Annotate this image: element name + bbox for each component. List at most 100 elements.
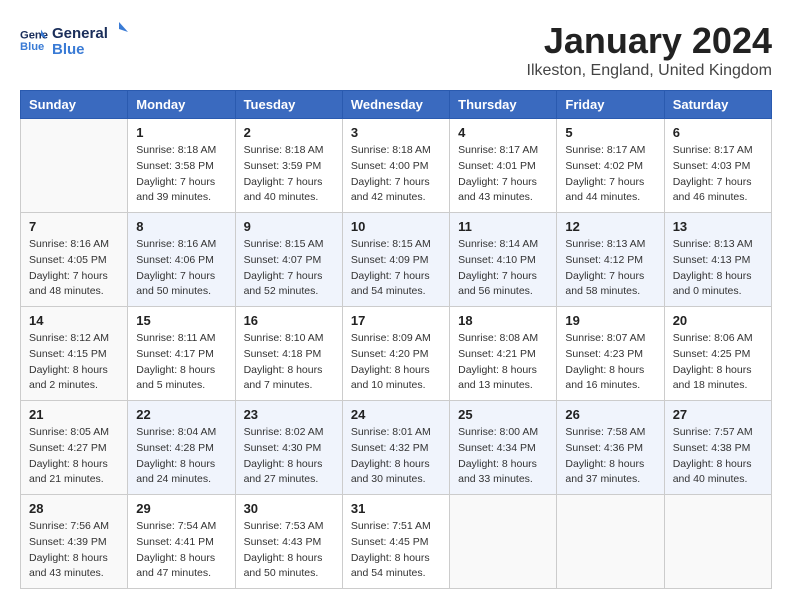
- day-cell: 29 Sunrise: 7:54 AMSunset: 4:41 PMDayligh…: [128, 495, 235, 589]
- day-info: Sunrise: 8:06 AMSunset: 4:25 PMDaylight:…: [673, 331, 763, 394]
- day-cell: 12Sunrise: 8:13 AMSunset: 4:12 PMDayligh…: [557, 213, 664, 307]
- day-number: 8: [136, 219, 226, 234]
- day-cell: 5Sunrise: 8:17 AMSunset: 4:02 PMDaylight…: [557, 119, 664, 213]
- day-number: 1: [136, 125, 226, 140]
- day-cell: 8 Sunrise: 8:16 AMSunset: 4:06 PMDaylight…: [128, 213, 235, 307]
- day-number: 26: [565, 407, 655, 422]
- day-cell: 7 Sunrise: 8:16 AMSunset: 4:05 PMDaylight…: [21, 213, 128, 307]
- day-header-saturday: Saturday: [664, 91, 771, 119]
- day-number: 21: [29, 407, 119, 422]
- day-number: 4: [458, 125, 548, 140]
- day-number: 17: [351, 313, 441, 328]
- week-row-2: 7 Sunrise: 8:16 AMSunset: 4:05 PMDaylight…: [21, 213, 772, 307]
- day-cell: 10 Sunrise: 8:15 AMSunset: 4:09 PMDayligh…: [342, 213, 449, 307]
- calendar-header-row: SundayMondayTuesdayWednesdayThursdayFrid…: [21, 91, 772, 119]
- day-info: Sunrise: 8:17 AMSunset: 4:02 PMDaylight:…: [565, 143, 655, 206]
- week-row-3: 14Sunrise: 8:12 AMSunset: 4:15 PMDayligh…: [21, 307, 772, 401]
- day-number: 10: [351, 219, 441, 234]
- day-info: Sunrise: 7:53 AMSunset: 4:43 PMDaylight:…: [244, 519, 334, 582]
- day-info: Sunrise: 8:17 AMSunset: 4:01 PMDaylight:…: [458, 143, 548, 206]
- day-info: Sunrise: 8:08 AMSunset: 4:21 PMDaylight:…: [458, 331, 548, 394]
- day-info: Sunrise: 8:02 AMSunset: 4:30 PMDaylight:…: [244, 425, 334, 488]
- svg-text:Blue: Blue: [52, 41, 85, 58]
- day-info: Sunrise: 8:04 AMSunset: 4:28 PMDaylight:…: [136, 425, 226, 488]
- day-cell: 22 Sunrise: 8:04 AMSunset: 4:28 PMDayligh…: [128, 401, 235, 495]
- day-number: 3: [351, 125, 441, 140]
- day-info: Sunrise: 8:14 AMSunset: 4:10 PMDaylight:…: [458, 237, 548, 300]
- day-cell: [21, 119, 128, 213]
- day-info: Sunrise: 8:16 AMSunset: 4:06 PMDaylight:…: [136, 237, 226, 300]
- day-cell: 15 Sunrise: 8:11 AMSunset: 4:17 PMDayligh…: [128, 307, 235, 401]
- day-cell: 21 Sunrise: 8:05 AMSunset: 4:27 PMDayligh…: [21, 401, 128, 495]
- day-cell: [450, 495, 557, 589]
- day-cell: 9 Sunrise: 8:15 AMSunset: 4:07 PMDaylight…: [235, 213, 342, 307]
- calendar-body: 1 Sunrise: 8:18 AMSunset: 3:58 PMDaylight…: [21, 119, 772, 589]
- day-number: 15: [136, 313, 226, 328]
- day-cell: 23 Sunrise: 8:02 AMSunset: 4:30 PMDayligh…: [235, 401, 342, 495]
- day-number: 30: [244, 501, 334, 516]
- day-info: Sunrise: 8:15 AMSunset: 4:07 PMDaylight:…: [244, 237, 334, 300]
- day-cell: 13Sunrise: 8:13 AMSunset: 4:13 PMDayligh…: [664, 213, 771, 307]
- day-header-wednesday: Wednesday: [342, 91, 449, 119]
- day-cell: 20 Sunrise: 8:06 AMSunset: 4:25 PMDayligh…: [664, 307, 771, 401]
- day-info: Sunrise: 7:57 AMSunset: 4:38 PMDaylight:…: [673, 425, 763, 488]
- day-number: 6: [673, 125, 763, 140]
- day-number: 27: [673, 407, 763, 422]
- day-cell: 30 Sunrise: 7:53 AMSunset: 4:43 PMDayligh…: [235, 495, 342, 589]
- day-info: Sunrise: 8:15 AMSunset: 4:09 PMDaylight:…: [351, 237, 441, 300]
- day-number: 25: [458, 407, 548, 422]
- day-header-monday: Monday: [128, 91, 235, 119]
- week-row-1: 1 Sunrise: 8:18 AMSunset: 3:58 PMDaylight…: [21, 119, 772, 213]
- day-info: Sunrise: 8:09 AMSunset: 4:20 PMDaylight:…: [351, 331, 441, 394]
- day-cell: 19Sunrise: 8:07 AMSunset: 4:23 PMDayligh…: [557, 307, 664, 401]
- day-info: Sunrise: 8:01 AMSunset: 4:32 PMDaylight:…: [351, 425, 441, 488]
- day-cell: 4 Sunrise: 8:17 AMSunset: 4:01 PMDaylight…: [450, 119, 557, 213]
- day-info: Sunrise: 8:12 AMSunset: 4:15 PMDaylight:…: [29, 331, 119, 394]
- day-cell: 2 Sunrise: 8:18 AMSunset: 3:59 PMDaylight…: [235, 119, 342, 213]
- day-info: Sunrise: 8:00 AMSunset: 4:34 PMDaylight:…: [458, 425, 548, 488]
- day-info: Sunrise: 8:11 AMSunset: 4:17 PMDaylight:…: [136, 331, 226, 394]
- month-title: January 2024: [527, 20, 772, 62]
- day-cell: 25 Sunrise: 8:00 AMSunset: 4:34 PMDayligh…: [450, 401, 557, 495]
- day-cell: 1 Sunrise: 8:18 AMSunset: 3:58 PMDaylight…: [128, 119, 235, 213]
- day-cell: 6Sunrise: 8:17 AMSunset: 4:03 PMDaylight…: [664, 119, 771, 213]
- day-number: 18: [458, 313, 548, 328]
- day-cell: 17 Sunrise: 8:09 AMSunset: 4:20 PMDayligh…: [342, 307, 449, 401]
- day-number: 16: [244, 313, 334, 328]
- day-info: Sunrise: 8:18 AMSunset: 3:58 PMDaylight:…: [136, 143, 226, 206]
- day-number: 2: [244, 125, 334, 140]
- svg-text:Blue: Blue: [20, 41, 44, 53]
- week-row-4: 21 Sunrise: 8:05 AMSunset: 4:27 PMDayligh…: [21, 401, 772, 495]
- day-number: 12: [565, 219, 655, 234]
- logo-svg: General Blue: [52, 20, 132, 60]
- day-cell: 11 Sunrise: 8:14 AMSunset: 4:10 PMDayligh…: [450, 213, 557, 307]
- day-number: 9: [244, 219, 334, 234]
- day-number: 7: [29, 219, 119, 234]
- day-info: Sunrise: 8:16 AMSunset: 4:05 PMDaylight:…: [29, 237, 119, 300]
- day-cell: [664, 495, 771, 589]
- day-cell: 27 Sunrise: 7:57 AMSunset: 4:38 PMDayligh…: [664, 401, 771, 495]
- day-number: 19: [565, 313, 655, 328]
- day-header-tuesday: Tuesday: [235, 91, 342, 119]
- day-number: 22: [136, 407, 226, 422]
- day-info: Sunrise: 8:18 AMSunset: 3:59 PMDaylight:…: [244, 143, 334, 206]
- day-number: 24: [351, 407, 441, 422]
- day-number: 11: [458, 219, 548, 234]
- day-header-thursday: Thursday: [450, 91, 557, 119]
- day-number: 23: [244, 407, 334, 422]
- day-cell: 14Sunrise: 8:12 AMSunset: 4:15 PMDayligh…: [21, 307, 128, 401]
- day-number: 29: [136, 501, 226, 516]
- day-info: Sunrise: 7:58 AMSunset: 4:36 PMDaylight:…: [565, 425, 655, 488]
- day-info: Sunrise: 7:56 AMSunset: 4:39 PMDaylight:…: [29, 519, 119, 582]
- day-info: Sunrise: 7:54 AMSunset: 4:41 PMDaylight:…: [136, 519, 226, 582]
- day-cell: 18 Sunrise: 8:08 AMSunset: 4:21 PMDayligh…: [450, 307, 557, 401]
- calendar-table: SundayMondayTuesdayWednesdayThursdayFrid…: [20, 90, 772, 589]
- day-header-friday: Friday: [557, 91, 664, 119]
- day-info: Sunrise: 8:13 AMSunset: 4:13 PMDaylight:…: [673, 237, 763, 300]
- day-number: 31: [351, 501, 441, 516]
- location: Ilkeston, England, United Kingdom: [527, 62, 772, 80]
- day-info: Sunrise: 8:05 AMSunset: 4:27 PMDaylight:…: [29, 425, 119, 488]
- day-cell: 28Sunrise: 7:56 AMSunset: 4:39 PMDayligh…: [21, 495, 128, 589]
- logo-icon: General Blue: [20, 26, 48, 54]
- day-number: 20: [673, 313, 763, 328]
